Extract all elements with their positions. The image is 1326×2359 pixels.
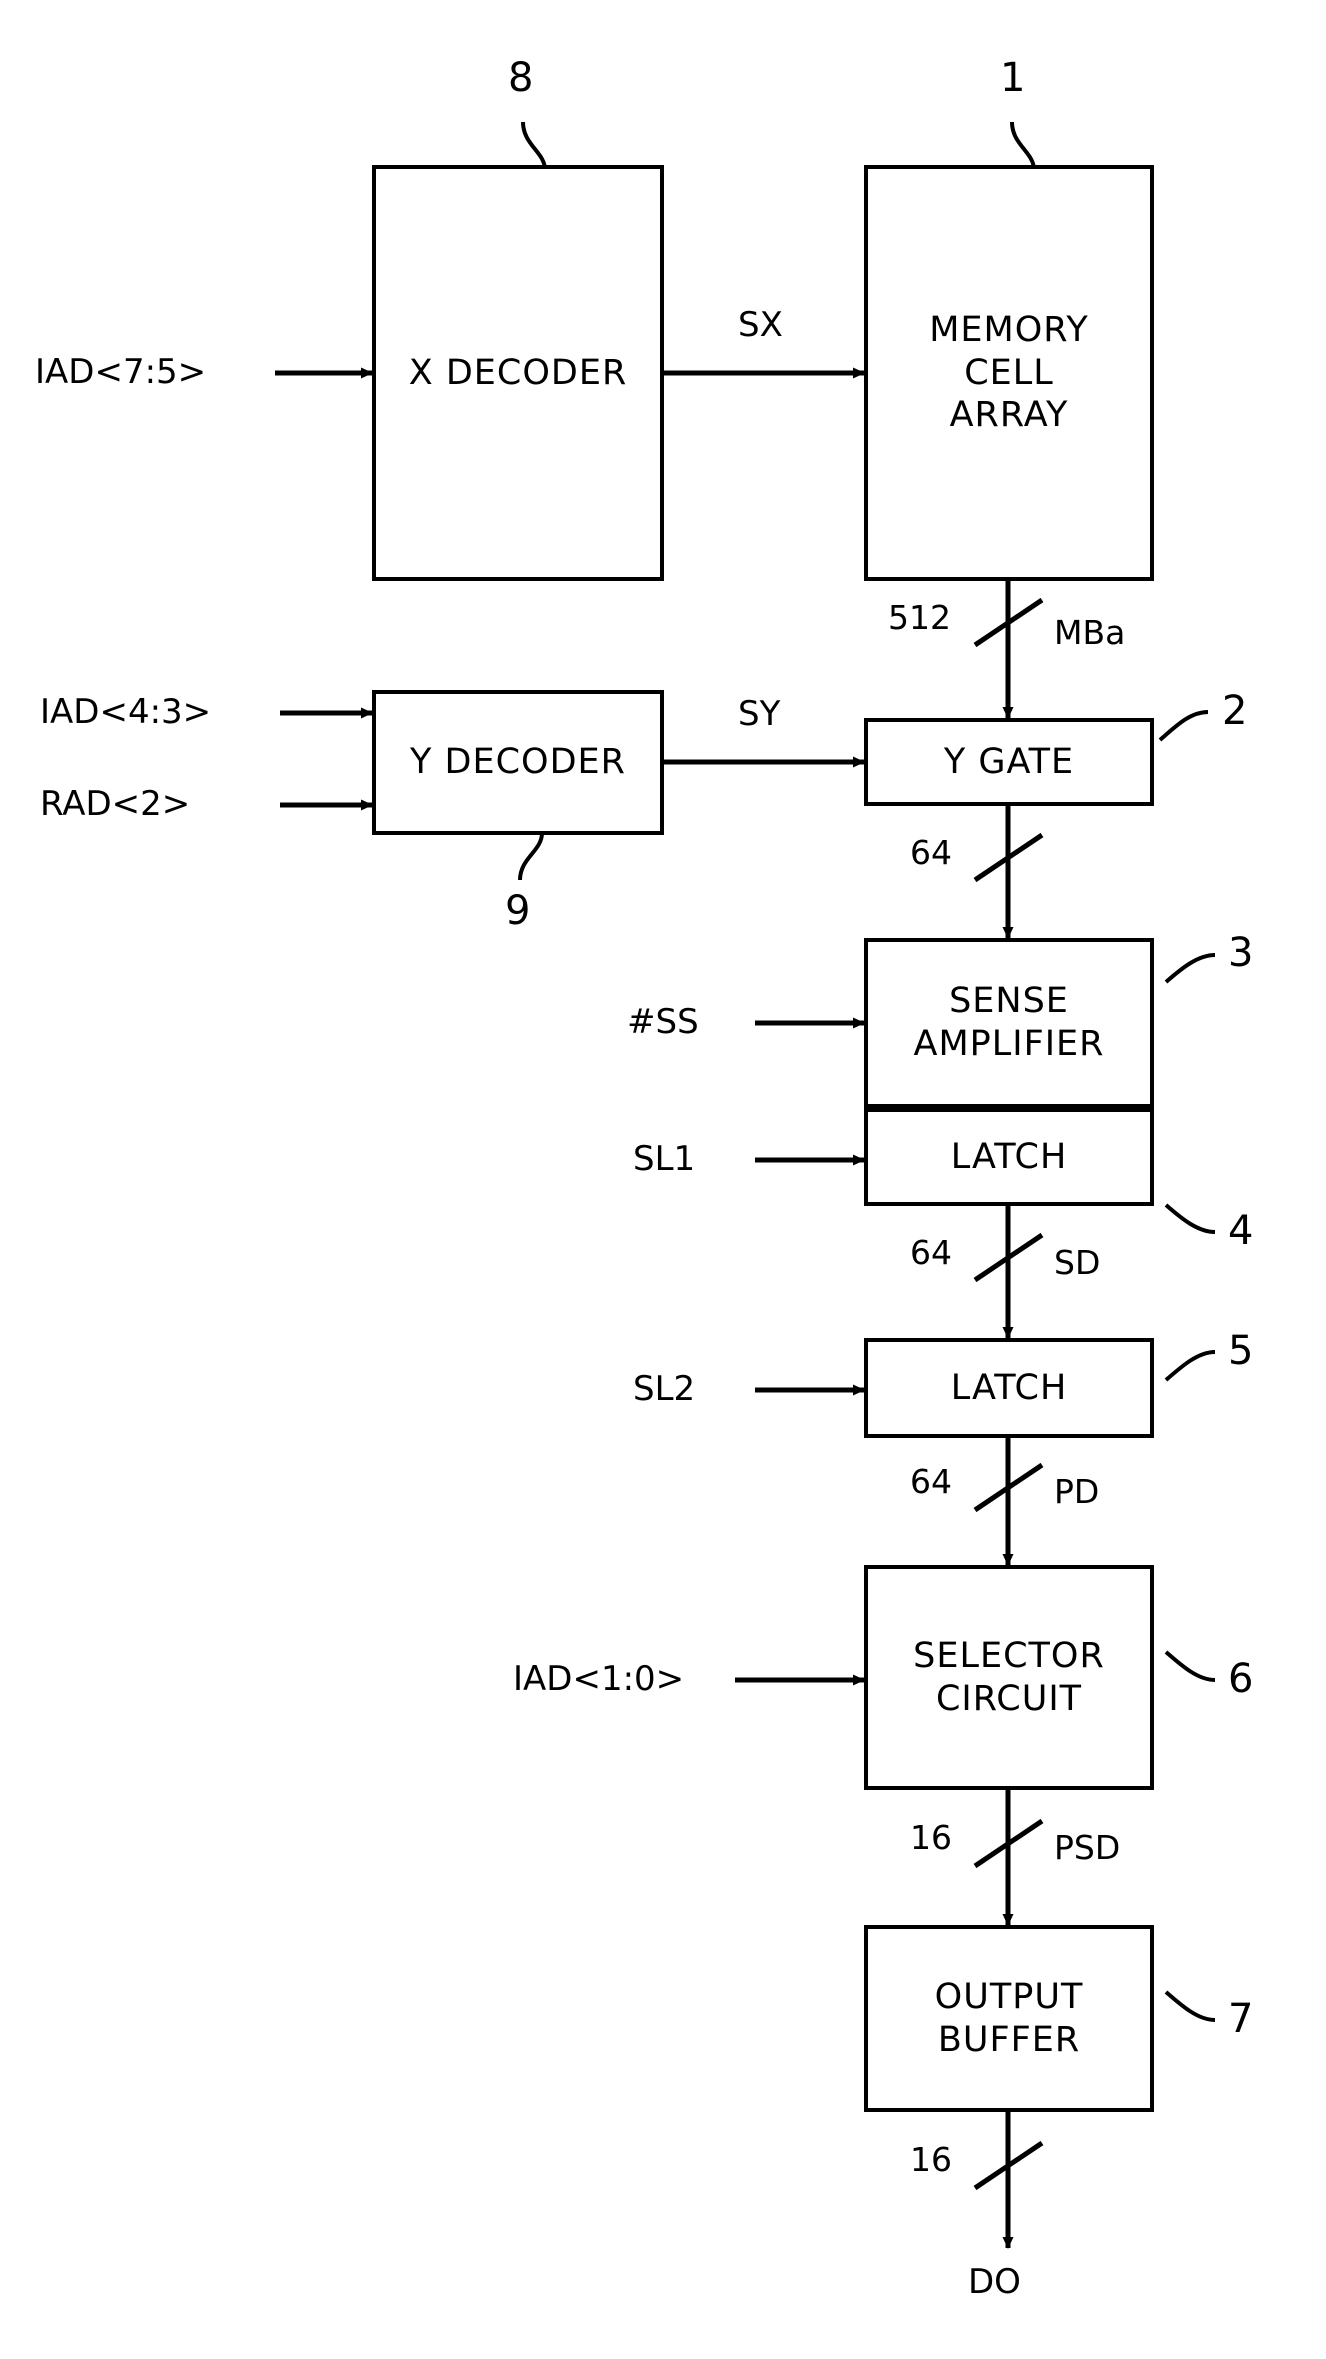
block-output-buffer-label-2: BUFFER: [937, 2019, 1081, 2060]
block-selector-circuit-label-1: SELECTOR: [913, 1635, 1105, 1676]
input-label-rad-2: RAD<2>: [40, 784, 191, 824]
bus-label-sd: SD: [1054, 1243, 1101, 1282]
block-x-decoder[interactable]: X DECODER: [372, 165, 664, 581]
ref-number-y-decoder: 9: [505, 888, 531, 934]
block-memory-cell-array-label-3: ARRAY: [949, 395, 1069, 436]
ref-number-x-decoder: 8: [508, 55, 534, 101]
input-label-iad-1-0: IAD<1:0>: [513, 1659, 685, 1699]
input-label-sl2: SL2: [633, 1369, 696, 1409]
input-label-ss: #SS: [627, 1002, 699, 1042]
signal-label-sx: SX: [738, 305, 783, 345]
ref-number-selector-circuit: 6: [1228, 1656, 1254, 1702]
block-selector-circuit-label-2: CIRCUIT: [935, 1678, 1083, 1719]
signal-label-do: DO: [968, 2262, 1021, 2302]
block-latch-1[interactable]: LATCH: [864, 1108, 1154, 1206]
block-output-buffer[interactable]: OUTPUT BUFFER: [864, 1925, 1154, 2112]
bus-width-mba: 512: [888, 598, 951, 637]
input-label-sl1: SL1: [633, 1139, 696, 1179]
block-x-decoder-label: X DECODER: [408, 352, 628, 393]
block-y-gate-label: Y GATE: [943, 741, 1075, 782]
bus-width-sd: 64: [910, 1233, 952, 1272]
block-memory-cell-array-label-2: CELL: [964, 352, 1054, 393]
signal-label-sy: SY: [738, 694, 781, 734]
bus-label-psd: PSD: [1054, 1828, 1121, 1867]
block-memory-cell-array-label-1: MEMORY: [929, 309, 1089, 350]
ref-number-sense-amplifier: 3: [1228, 930, 1254, 976]
block-sense-amplifier-label-2: AMPLIFIER: [913, 1024, 1105, 1064]
bus-label-pd: PD: [1054, 1472, 1100, 1511]
block-sense-amplifier-label-1: SENSE: [949, 981, 1069, 1022]
input-label-iad-4-3: IAD<4:3>: [40, 692, 212, 732]
bus-width-psd: 16: [910, 1818, 952, 1857]
block-y-gate[interactable]: Y GATE: [864, 718, 1154, 806]
block-memory-cell-array[interactable]: MEMORY CELL ARRAY: [864, 165, 1154, 581]
ref-number-y-gate: 2: [1222, 688, 1248, 734]
block-selector-circuit[interactable]: SELECTOR CIRCUIT: [864, 1565, 1154, 1790]
block-output-buffer-label-1: OUTPUT: [934, 1976, 1084, 2017]
block-sense-amplifier[interactable]: SENSE AMPLIFIER: [864, 938, 1154, 1108]
block-y-decoder[interactable]: Y DECODER: [372, 690, 664, 835]
bus-width-do: 16: [910, 2140, 952, 2179]
bus-width-pd: 64: [910, 1462, 952, 1501]
bus-width-ygate-out: 64: [910, 833, 952, 872]
ref-number-output-buffer: 7: [1228, 1996, 1254, 2042]
block-latch-2-label: LATCH: [950, 1367, 1068, 1408]
block-latch-2[interactable]: LATCH: [864, 1338, 1154, 1438]
block-latch-1-label: LATCH: [950, 1136, 1068, 1177]
input-label-iad-7-5: IAD<7:5>: [35, 352, 207, 392]
diagram-canvas: X DECODER MEMORY CELL ARRAY Y DECODER Y …: [0, 0, 1326, 2359]
bus-label-mba: MBa: [1054, 613, 1126, 652]
ref-number-latch-2: 5: [1228, 1328, 1254, 1374]
ref-number-memory-cell-array: 1: [1000, 55, 1026, 101]
ref-number-latch-1: 4: [1228, 1208, 1254, 1254]
block-y-decoder-label: Y DECODER: [410, 742, 626, 783]
